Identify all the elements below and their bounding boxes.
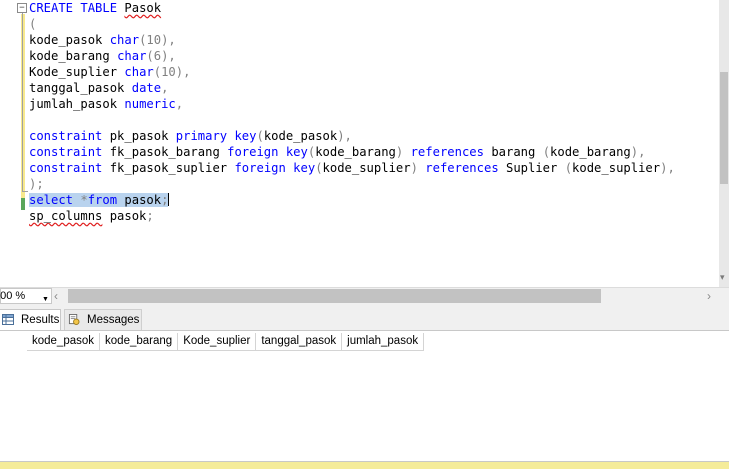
zoom-value: 100 % bbox=[0, 290, 26, 302]
tab-results[interactable]: Results bbox=[0, 309, 61, 330]
outline-end bbox=[22, 191, 28, 192]
tab-results-label: Results bbox=[21, 314, 60, 326]
code-line[interactable]: ( bbox=[29, 16, 36, 32]
code-line[interactable]: jumlah_pasok numeric, bbox=[29, 96, 183, 112]
column-header[interactable]: jumlah_pasok bbox=[342, 333, 425, 351]
tab-messages[interactable]: Messages bbox=[64, 309, 142, 330]
code-token: ; bbox=[161, 193, 169, 207]
zoom-select[interactable]: 100 % ▼ bbox=[0, 288, 52, 304]
code-token: Kode_suplier bbox=[29, 65, 125, 79]
code-token: CREATE TABLE bbox=[29, 1, 125, 15]
outline-line bbox=[22, 13, 23, 191]
code-line[interactable]: constraint fk_pasok_suplier foreign key(… bbox=[29, 160, 675, 176]
scroll-down-icon[interactable]: ▾ bbox=[720, 272, 725, 283]
horizontal-scroll-thumb[interactable] bbox=[68, 289, 601, 303]
column-header[interactable]: kode_pasok bbox=[27, 333, 101, 351]
code-token: (10), bbox=[153, 65, 191, 79]
column-header[interactable]: Kode_suplier bbox=[178, 333, 257, 351]
code-token: char bbox=[124, 65, 154, 79]
editor-bottom-bar: 100 % ▼ ‹ › bbox=[0, 287, 729, 305]
results-tab-strip: Results Messages bbox=[0, 305, 729, 331]
code-token: ( bbox=[256, 129, 264, 143]
code-line[interactable]: kode_barang char(6), bbox=[29, 48, 176, 64]
code-token: * bbox=[80, 193, 88, 207]
results-grid[interactable]: kode_pasok kode_barang Kode_suplier tanggal… bbox=[0, 331, 729, 461]
code-line[interactable]: ); bbox=[29, 176, 44, 192]
code-token: constraint bbox=[29, 145, 110, 159]
code-token: kode_suplier bbox=[572, 161, 661, 175]
code-token: jumlah_pasok bbox=[29, 97, 125, 111]
grid-icon bbox=[2, 314, 14, 325]
code-token: ); bbox=[29, 177, 44, 191]
code-token: kode_barang bbox=[29, 49, 118, 63]
code-token: ( bbox=[29, 17, 37, 31]
code-line[interactable]: constraint fk_pasok_barang foreign key(k… bbox=[29, 144, 645, 160]
messages-icon bbox=[68, 314, 80, 325]
vertical-scrollbar[interactable]: ▾ bbox=[719, 0, 729, 287]
code-token: ; bbox=[146, 209, 154, 223]
code-line[interactable]: constraint pk_pasok primary key(kode_pas… bbox=[29, 128, 352, 144]
vertical-scroll-thumb[interactable] bbox=[720, 72, 728, 184]
code-token: ) bbox=[410, 161, 426, 175]
grid-header-row: kode_pasok kode_barang Kode_suplier tanggal… bbox=[27, 333, 425, 351]
collapse-region-button[interactable]: − bbox=[17, 3, 27, 13]
code-line[interactable]: kode_pasok char(10), bbox=[29, 32, 176, 48]
code-token: Pasok bbox=[124, 1, 162, 15]
code-token: constraint bbox=[29, 161, 110, 175]
code-line[interactable]: select *from pasok; bbox=[29, 192, 170, 208]
tab-messages-label: Messages bbox=[87, 314, 140, 326]
code-token: date bbox=[131, 81, 162, 95]
code-token: pasok bbox=[124, 193, 162, 207]
code-token: primary key bbox=[175, 129, 257, 143]
code-token: , bbox=[161, 81, 169, 95]
code-token: from bbox=[87, 193, 125, 207]
column-header[interactable]: kode_barang bbox=[100, 333, 179, 351]
code-token: ), bbox=[660, 161, 675, 175]
code-token: kode_suplier bbox=[322, 161, 411, 175]
code-token: kode_pasok bbox=[29, 33, 110, 47]
code-line[interactable]: CREATE TABLE Pasok bbox=[29, 0, 161, 16]
code-token: ( bbox=[564, 161, 573, 175]
code-token: sp_columns bbox=[29, 209, 103, 223]
code-token: kode_barang bbox=[315, 145, 396, 159]
code-token: ), bbox=[630, 145, 646, 159]
code-token: char bbox=[109, 33, 140, 47]
scroll-left-icon[interactable]: ‹ bbox=[54, 289, 58, 303]
code-token: pasok bbox=[102, 209, 147, 223]
code-token: , bbox=[175, 97, 184, 111]
code-token: references bbox=[410, 145, 492, 159]
saved-change-indicator bbox=[21, 198, 25, 210]
scroll-right-icon[interactable]: › bbox=[707, 289, 711, 303]
code-line[interactable]: Kode_suplier char(10), bbox=[29, 64, 190, 80]
code-token: foreign key bbox=[227, 145, 308, 159]
code-token: fk_pasok_barang bbox=[109, 145, 228, 159]
code-token: ), bbox=[337, 129, 352, 143]
code-token: tanggal_pasok bbox=[29, 81, 132, 95]
code-line[interactable]: sp_columns pasok; bbox=[29, 208, 154, 224]
code-token: foreign key bbox=[234, 161, 316, 175]
code-token: char bbox=[117, 49, 147, 63]
text-caret bbox=[168, 193, 170, 206]
code-token: ( bbox=[315, 161, 323, 175]
code-token: kode_barang bbox=[550, 145, 631, 159]
code-token: constraint bbox=[29, 129, 110, 143]
code-token: barang bbox=[491, 145, 543, 159]
code-token: fk_pasok_suplier bbox=[109, 161, 235, 175]
column-header[interactable]: tanggal_pasok bbox=[256, 333, 343, 351]
code-token: references bbox=[425, 161, 506, 175]
code-line[interactable]: tanggal_pasok date, bbox=[29, 80, 168, 96]
code-token: ) bbox=[395, 145, 411, 159]
code-token: (10), bbox=[139, 33, 176, 47]
code-token: kode_pasok bbox=[263, 129, 338, 143]
code-token: numeric bbox=[124, 97, 176, 111]
code-token: pk_pasok bbox=[109, 129, 176, 143]
code-token: ( bbox=[542, 145, 551, 159]
code-token: select bbox=[29, 193, 81, 207]
code-token: Suplier bbox=[506, 161, 565, 175]
query-editor[interactable]: − CREATE TABLE Pasok(kode_pasok char(10)… bbox=[0, 0, 719, 287]
code-token: (6), bbox=[146, 49, 176, 63]
